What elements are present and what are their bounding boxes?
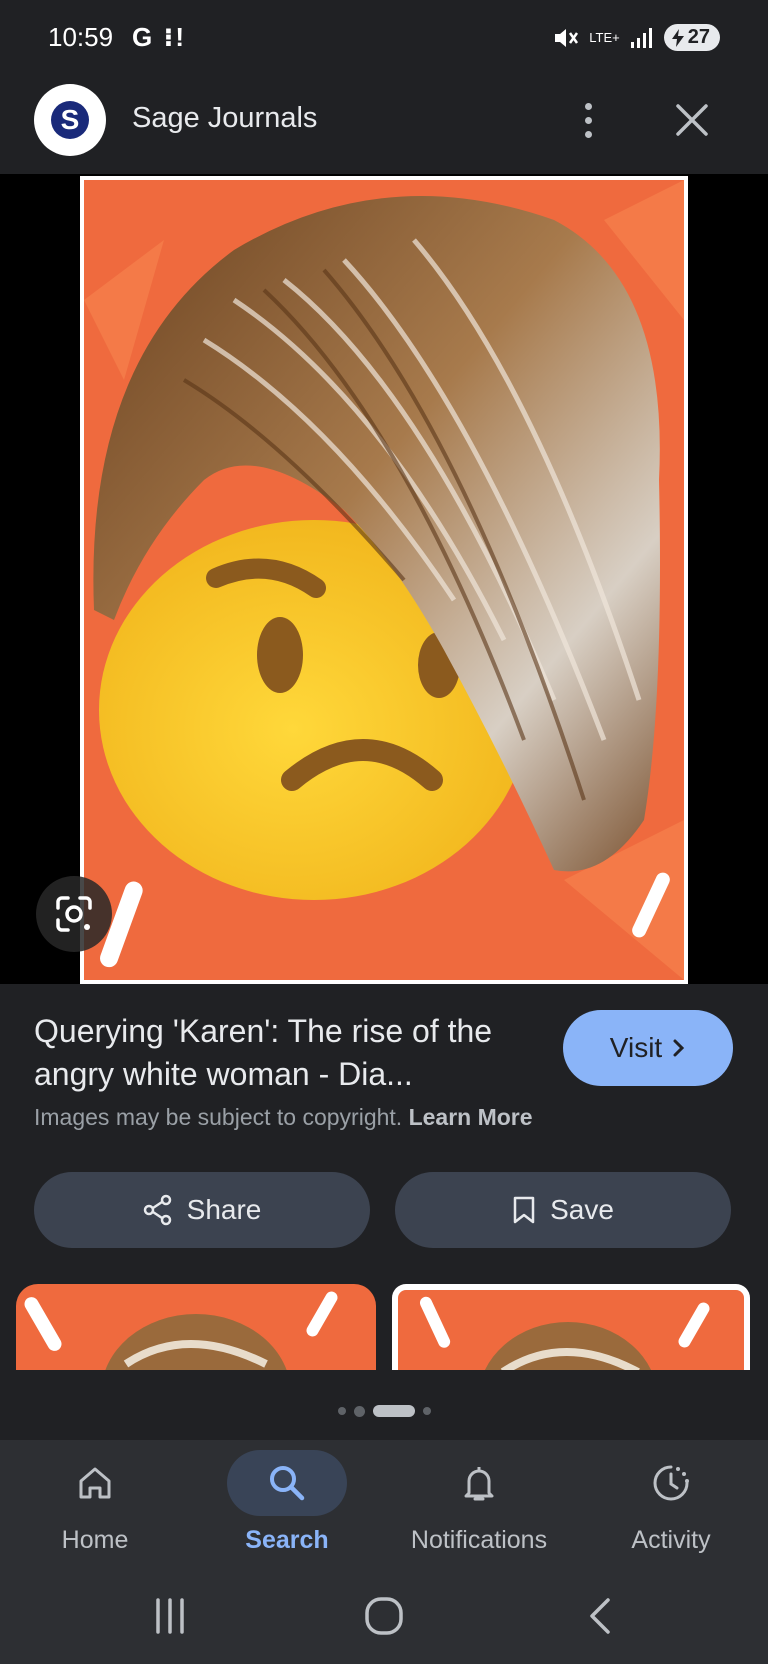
carousel-dot [353,1405,365,1417]
share-icon [143,1194,171,1226]
visit-label: Visit [609,1032,663,1063]
site-name: Sage Journals [132,102,318,134]
activity-icon [653,1465,689,1501]
copyright-text: Images may be subject to copyright. [34,1104,403,1130]
site-favicon: S [34,84,106,156]
karen-emoji-image [84,180,684,980]
nav-search-label: Search [245,1526,329,1554]
signal-icon [630,27,652,48]
mute-icon [555,28,579,47]
related-image-thumbnail[interactable] [392,1284,750,1370]
status-notification-icons: G ⁝! [132,22,186,52]
charging-icon [671,28,684,47]
save-label: Save [550,1194,614,1225]
share-button[interactable]: Share [34,1172,370,1248]
status-time: 10:59 [48,22,114,52]
favicon-letter: S [51,101,89,139]
nav-home[interactable]: Home [0,1450,190,1555]
result-title[interactable]: Querying 'Karen': The rise of the angry … [34,1010,534,1096]
bottom-navigation: Home Search Notifications Activity [0,1440,768,1568]
save-button[interactable]: Save [395,1172,731,1248]
visit-button[interactable]: Visit [563,1010,733,1086]
nav-activity-label: Activity [631,1526,711,1554]
system-navigation-bar [0,1568,768,1664]
home-icon [79,1467,111,1499]
nav-notifications[interactable]: Notifications [384,1450,574,1555]
battery-level: 27 [687,26,710,48]
emoji-illustration [84,180,684,980]
google-lens-button[interactable] [36,876,112,952]
nav-search[interactable]: Search [192,1450,382,1555]
carousel-dot [337,1407,346,1415]
recent-apps-icon[interactable] [150,1598,190,1634]
lens-icon [56,896,92,932]
result-info: Querying 'Karen': The rise of the angry … [0,984,768,1384]
related-images-row [0,1284,768,1370]
learn-more-link[interactable]: Learn More [409,1104,533,1130]
chevron-right-icon [673,1039,685,1057]
bell-icon [464,1467,494,1501]
battery-indicator: 27 [663,24,720,51]
more-vert-icon [584,102,592,110]
network-type: LTE+ [589,29,620,45]
status-bar: 10:59 G ⁝! LTE+ 27 [0,0,768,78]
viewer-header: S Sage Journals [0,78,768,174]
carousel-indicator [0,1405,768,1417]
close-icon[interactable] [670,96,714,144]
related-image-thumbnail[interactable] [16,1284,376,1370]
home-gesture-icon[interactable] [364,1596,404,1636]
nav-activity[interactable]: Activity [576,1450,766,1555]
share-label: Share [186,1194,262,1225]
back-icon[interactable] [586,1596,614,1636]
preview-image[interactable] [80,176,688,984]
image-preview-area [0,174,768,984]
carousel-dot [422,1407,431,1415]
nav-home-label: Home [61,1526,129,1554]
carousel-dot-active [372,1405,415,1417]
search-icon [270,1466,305,1501]
status-right-cluster: LTE+ 27 [553,24,720,51]
nav-notifications-label: Notifications [410,1526,548,1554]
more-options-button[interactable] [568,96,608,144]
bookmark-icon [513,1196,535,1224]
copyright-notice: Images may be subject to copyright. Lear… [34,1104,533,1131]
